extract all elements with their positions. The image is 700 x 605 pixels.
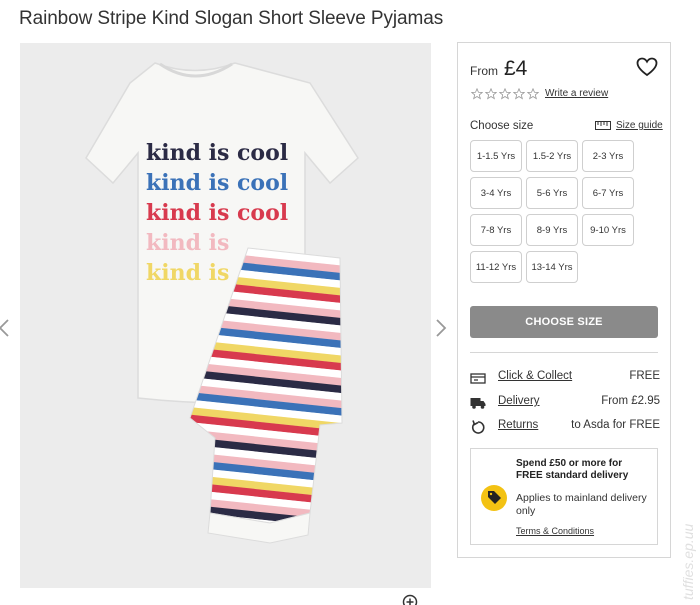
price: From £4 xyxy=(470,57,527,81)
slogan-line: kind is cool xyxy=(146,170,288,196)
size-option[interactable]: 7-8 Yrs xyxy=(470,214,522,246)
size-option[interactable]: 8-9 Yrs xyxy=(526,214,578,246)
star-outline-icon xyxy=(499,88,511,100)
click-collect-link[interactable]: Click & Collect xyxy=(498,370,572,382)
star-outline-icon xyxy=(527,88,539,100)
star-outline-icon xyxy=(485,88,497,100)
chevron-left-icon[interactable] xyxy=(0,318,10,338)
size-option[interactable]: 1.5-2 Yrs xyxy=(526,140,578,172)
slogan-line: kind is xyxy=(146,260,229,286)
size-guide-link[interactable]: Size guide xyxy=(595,120,663,131)
delivery-row: Delivery From £2.95 xyxy=(470,395,660,411)
ruler-icon xyxy=(595,121,611,130)
returns-row: Returns to Asda for FREE xyxy=(470,419,660,435)
terms-conditions-link[interactable]: Terms & Conditions xyxy=(516,526,594,536)
choose-size-label: Choose size xyxy=(470,120,534,132)
size-option[interactable]: 13-14 Yrs xyxy=(526,251,578,283)
chevron-right-icon[interactable] xyxy=(435,318,447,338)
choose-size-button[interactable]: CHOOSE SIZE xyxy=(470,306,658,338)
size-option[interactable]: 5-6 Yrs xyxy=(526,177,578,209)
size-option[interactable]: 11-12 Yrs xyxy=(470,251,522,283)
delivery-value: From £2.95 xyxy=(601,395,660,407)
product-title: Rainbow Stripe Kind Slogan Short Sleeve … xyxy=(19,8,444,29)
star-outline-icon xyxy=(471,88,483,100)
tag-icon xyxy=(481,485,507,511)
size-option[interactable]: 9-10 Yrs xyxy=(582,214,634,246)
returns-link[interactable]: Returns xyxy=(498,419,538,431)
rating-stars xyxy=(471,88,539,100)
promo-headline: Spend £50 or more for FREE standard deli… xyxy=(516,458,629,481)
size-guide-label: Size guide xyxy=(616,120,663,131)
size-grid: 1-1.5 Yrs 1.5-2 Yrs 2-3 Yrs 3-4 Yrs 5-6 Yrs 6… xyxy=(470,140,634,283)
heart-icon[interactable] xyxy=(636,57,658,77)
delivery-link[interactable]: Delivery xyxy=(498,395,540,407)
store-icon xyxy=(470,373,486,384)
write-review-link[interactable]: Write a review xyxy=(545,88,608,99)
price-value: £4 xyxy=(504,57,528,80)
slogan-line: kind is xyxy=(146,230,229,256)
price-from-label: From xyxy=(470,64,498,78)
return-icon xyxy=(471,420,485,434)
slogan-line: kind is cool xyxy=(146,200,288,226)
truck-icon xyxy=(470,398,486,409)
buy-panel: From £4 Write a review Choose size Size … xyxy=(457,42,671,558)
size-option[interactable]: 1-1.5 Yrs xyxy=(470,140,522,172)
free-delivery-promo: Spend £50 or more for FREE standard deli… xyxy=(470,448,658,545)
click-collect-value: FREE xyxy=(629,370,660,382)
slogan-line: kind is cool xyxy=(146,140,288,166)
watermark: tuffies.ep.uu xyxy=(680,523,696,600)
size-option[interactable]: 6-7 Yrs xyxy=(582,177,634,209)
product-image[interactable]: kind is cool kind is cool kind is cool kind… xyxy=(20,43,431,588)
star-outline-icon xyxy=(513,88,525,100)
returns-value: to Asda for FREE xyxy=(571,419,660,431)
promo-body: Applies to mainland delivery only xyxy=(516,492,647,517)
divider xyxy=(470,352,658,353)
size-option[interactable]: 3-4 Yrs xyxy=(470,177,522,209)
size-option[interactable]: 2-3 Yrs xyxy=(582,140,634,172)
zoom-in-icon[interactable] xyxy=(402,594,418,605)
pyjamas-illustration: kind is cool kind is cool kind is cool kind… xyxy=(85,62,359,544)
click-collect-row: Click & Collect FREE xyxy=(470,370,660,386)
